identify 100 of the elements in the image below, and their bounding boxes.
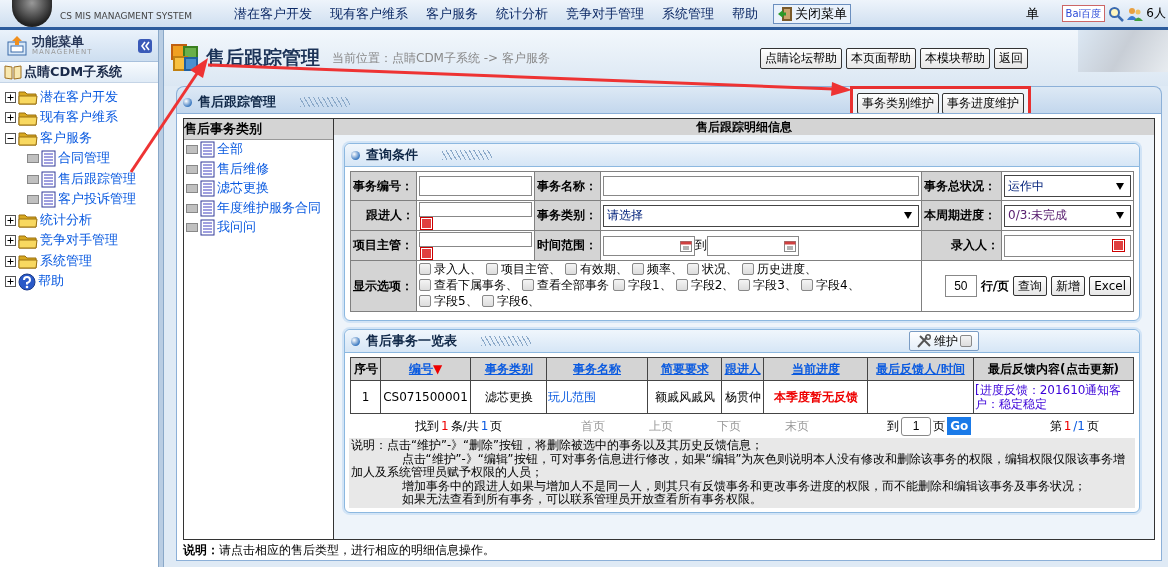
tree-item[interactable]: 客户投诉管理 <box>58 191 136 209</box>
column-header[interactable]: 最后反馈人/时间 <box>867 357 974 381</box>
tree-item[interactable]: 竞争对手管理 <box>40 232 118 250</box>
tree-item[interactable]: 售后跟踪管理 <box>58 170 136 188</box>
logo-icon <box>12 0 52 27</box>
menu-item[interactable]: 现有客户维系 <box>321 4 417 23</box>
menu-item[interactable]: 系统管理 <box>653 4 723 23</box>
column-header[interactable]: 简要要求 <box>647 357 722 381</box>
category-item[interactable]: 全部 <box>217 141 243 159</box>
table-cell[interactable]: 玩儿范围 <box>546 380 648 414</box>
checkbox[interactable] <box>419 263 431 275</box>
tree-item[interactable]: 系统管理 <box>40 252 92 270</box>
checkbox[interactable] <box>687 263 699 275</box>
collapse-icon[interactable] <box>138 38 152 53</box>
stripe-pattern <box>300 97 350 107</box>
users-icon[interactable] <box>1127 5 1144 22</box>
input-field[interactable] <box>419 202 532 217</box>
pagination-text: 到 <box>887 417 900 435</box>
checkbox[interactable] <box>632 263 644 275</box>
checkbox[interactable] <box>960 335 972 347</box>
maintain-button[interactable]: 维护 <box>909 331 979 351</box>
date-field[interactable] <box>707 235 799 256</box>
tree-connector <box>186 184 198 194</box>
action-button[interactable]: 查询 <box>1013 276 1048 296</box>
tree-item[interactable]: 合同管理 <box>58 150 110 168</box>
action-button[interactable]: 新增 <box>1051 276 1086 296</box>
tree-item[interactable]: 现有客户维系 <box>40 109 118 127</box>
table-cell[interactable]: [进度反馈：201610通知客户：稳定稳定 <box>973 380 1134 414</box>
clear-icon[interactable] <box>421 218 432 229</box>
menu-item[interactable]: 潜在客户开发 <box>225 4 321 23</box>
checkbox[interactable] <box>419 279 431 291</box>
field-label: 跟进人： <box>350 200 417 231</box>
column-header: 序号 <box>350 357 381 381</box>
input-field[interactable] <box>419 232 532 247</box>
select-field[interactable]: 0/3:未完成 <box>1004 204 1131 227</box>
clear-icon[interactable] <box>421 248 432 259</box>
checkbox[interactable] <box>742 263 754 275</box>
checkbox[interactable] <box>800 279 813 291</box>
menu-item[interactable]: 帮助 <box>723 4 767 23</box>
calendar-icon[interactable] <box>680 239 692 252</box>
help-button[interactable]: 本模块帮助 <box>920 47 990 69</box>
input-field[interactable] <box>1004 234 1131 257</box>
checkbox[interactable] <box>419 295 431 307</box>
plus-toggle-icon[interactable] <box>5 235 16 247</box>
category-item[interactable]: 年度维护服务合同 <box>217 199 321 217</box>
column-header[interactable]: 编号▼ <box>380 357 471 381</box>
folder-icon <box>18 253 38 270</box>
select-field[interactable]: 运作中 <box>1004 175 1131 197</box>
folder-icon <box>18 212 38 229</box>
search-icon[interactable] <box>1108 5 1125 22</box>
input-field[interactable] <box>603 176 919 196</box>
field-label: 显示选项： <box>350 260 417 312</box>
input-field[interactable] <box>419 176 532 196</box>
clear-icon[interactable] <box>1113 240 1124 251</box>
tree-item[interactable]: 统计分析 <box>40 211 92 229</box>
minus-toggle-icon[interactable] <box>5 132 16 144</box>
action-button[interactable]: Excel <box>1089 276 1131 296</box>
category-item[interactable]: 售后维修 <box>217 160 269 178</box>
checkbox[interactable] <box>522 279 534 291</box>
rows-per-page-field[interactable]: 50 <box>944 275 977 297</box>
menu-item[interactable]: 客户服务 <box>417 4 487 23</box>
column-header[interactable]: 事务类别 <box>470 357 547 381</box>
menu-item[interactable]: 统计分析 <box>487 4 557 23</box>
help-button[interactable]: 点睛论坛帮助 <box>760 47 842 69</box>
plus-toggle-icon[interactable] <box>5 91 16 103</box>
category-item[interactable]: 我问问 <box>217 219 256 237</box>
help-button[interactable]: 本页面帮助 <box>846 47 916 69</box>
select-field[interactable]: 请选择 <box>603 204 919 227</box>
search-logo[interactable]: Bai百度 <box>1061 5 1106 22</box>
checkbox-label: 字段3、 <box>753 278 797 292</box>
checkbox[interactable] <box>613 279 625 291</box>
tree-item[interactable]: 帮助 <box>38 273 64 291</box>
date-field[interactable] <box>603 235 695 256</box>
tree-item[interactable]: 潜在客户开发 <box>40 88 118 106</box>
tree-item[interactable]: 客户服务 <box>40 129 92 147</box>
plus-toggle-icon[interactable] <box>5 276 16 288</box>
close-menu-button[interactable]: 关闭菜单 <box>773 3 851 24</box>
checkbox[interactable] <box>486 263 498 275</box>
plus-toggle-icon[interactable] <box>5 255 16 267</box>
page-number-field[interactable]: 1 <box>901 416 932 436</box>
column-header[interactable]: 事务名称 <box>546 357 648 381</box>
checkbox[interactable] <box>481 295 494 307</box>
bullet-icon <box>351 336 360 346</box>
maintenance-button[interactable]: 事务进度维护 <box>942 93 1024 114</box>
plus-toggle-icon[interactable] <box>5 112 16 124</box>
user-text: 单 <box>1025 4 1039 23</box>
checkbox-label: 字段1、 <box>628 278 672 292</box>
column-header[interactable]: 跟进人 <box>721 357 764 381</box>
plus-toggle-icon[interactable] <box>5 214 16 226</box>
go-button[interactable]: Go <box>947 417 972 435</box>
calendar-icon[interactable] <box>784 239 796 252</box>
maintenance-button[interactable]: 事务类别维护 <box>857 93 939 114</box>
column-header[interactable]: 当前进度 <box>763 357 868 381</box>
category-item[interactable]: 滤芯更换 <box>217 180 269 198</box>
checkbox[interactable] <box>565 263 577 275</box>
checkbox[interactable] <box>675 279 688 291</box>
checkbox[interactable] <box>738 279 751 291</box>
folder-icon <box>18 109 38 126</box>
menu-item[interactable]: 竞争对手管理 <box>557 4 653 23</box>
help-button[interactable]: 返回 <box>994 47 1028 69</box>
